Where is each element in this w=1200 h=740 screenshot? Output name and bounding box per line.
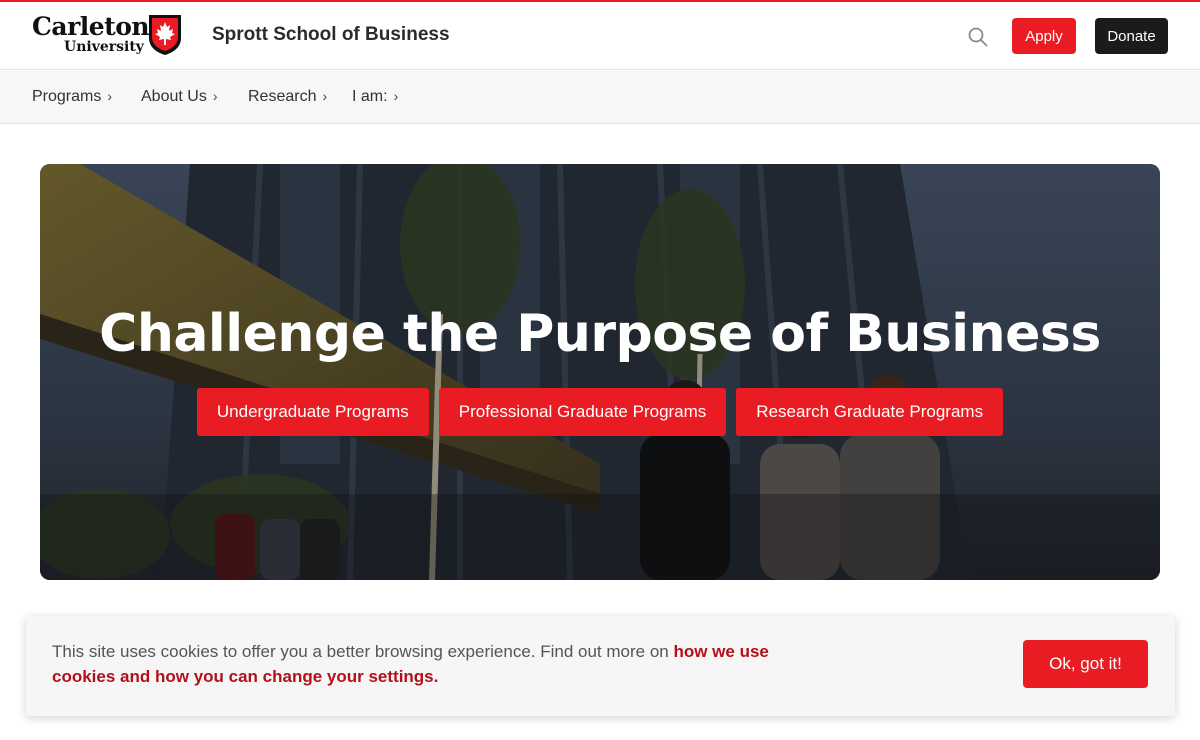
nav-item-label: Research bbox=[248, 88, 317, 105]
chevron-right-icon: › bbox=[212, 88, 218, 104]
apply-button[interactable]: Apply bbox=[1012, 18, 1076, 54]
search-icon bbox=[968, 27, 988, 47]
nav-item-research[interactable]: Research › bbox=[248, 88, 327, 106]
nav-item-label: Programs bbox=[32, 88, 102, 105]
cookie-banner: This site uses cookies to offer you a be… bbox=[26, 616, 1175, 716]
cookie-message: This site uses cookies to offer you a be… bbox=[52, 639, 812, 689]
hero-button-group: Undergraduate Programs Professional Grad… bbox=[40, 388, 1160, 436]
maple-leaf-shield-icon bbox=[149, 15, 181, 55]
research-graduate-programs-button[interactable]: Research Graduate Programs bbox=[736, 388, 1004, 436]
site-header: Carleton University Sprott School of Bus… bbox=[0, 2, 1200, 70]
hero-dark-overlay bbox=[40, 164, 1160, 580]
search-button[interactable] bbox=[966, 25, 990, 49]
hero-banner: Challenge the Purpose of Business Underg… bbox=[40, 164, 1160, 580]
chevron-right-icon: › bbox=[322, 88, 328, 104]
nav-item-about-us[interactable]: About Us › bbox=[141, 88, 217, 106]
professional-graduate-programs-button[interactable]: Professional Graduate Programs bbox=[438, 388, 727, 436]
hero-title: Challenge the Purpose of Business bbox=[99, 304, 1101, 364]
school-name[interactable]: Sprott School of Business bbox=[212, 24, 450, 46]
nav-item-label: About Us bbox=[141, 88, 207, 105]
cookie-message-text: This site uses cookies to offer you a be… bbox=[52, 642, 674, 661]
nav-item-i-am[interactable]: I am: › bbox=[352, 88, 398, 106]
cookie-accept-button[interactable]: Ok, got it! bbox=[1023, 640, 1148, 688]
donate-button[interactable]: Donate bbox=[1095, 18, 1168, 54]
nav-item-programs[interactable]: Programs › bbox=[32, 88, 112, 106]
chevron-right-icon: › bbox=[393, 88, 399, 104]
chevron-right-icon: › bbox=[107, 88, 113, 104]
main-navigation: Programs › About Us › Research › I am: › bbox=[0, 71, 1200, 124]
logo-text-university: University bbox=[64, 39, 144, 55]
carleton-logo[interactable]: Carleton University bbox=[32, 12, 184, 60]
undergraduate-programs-button[interactable]: Undergraduate Programs bbox=[196, 388, 429, 436]
nav-item-label: I am: bbox=[352, 88, 388, 105]
logo-text-carleton: Carleton bbox=[32, 12, 150, 41]
